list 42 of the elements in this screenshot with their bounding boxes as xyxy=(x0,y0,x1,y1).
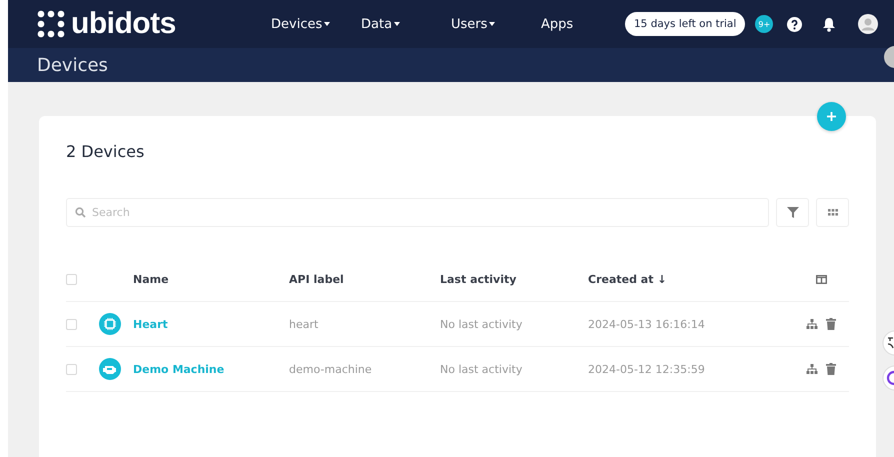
scroll-handle-icon[interactable] xyxy=(884,46,894,68)
checkbox[interactable] xyxy=(66,274,77,284)
table-cell: 2024-05-13 16:16:14 xyxy=(588,318,705,330)
chip-icon xyxy=(99,313,121,335)
table-cell: No last activity xyxy=(440,318,522,330)
avatar-icon[interactable] xyxy=(858,14,878,34)
trash-icon[interactable] xyxy=(826,318,836,330)
table-cell: heart xyxy=(289,318,318,330)
trial-button[interactable]: 15 days left on trial xyxy=(625,12,746,36)
logo-text: ubidots xyxy=(71,7,176,41)
table-cell: No last activity xyxy=(440,362,522,376)
checkbox[interactable] xyxy=(66,318,77,330)
nav-menu-item[interactable]: Devices xyxy=(271,16,361,32)
nav-menu-item[interactable]: Users xyxy=(451,16,541,32)
card-heading: 2 Devices xyxy=(66,142,146,161)
add-button[interactable] xyxy=(817,102,846,131)
filter-icon xyxy=(786,207,798,218)
search-icon xyxy=(75,207,86,218)
column-header[interactable]: Name xyxy=(133,272,169,286)
plus-icon xyxy=(826,111,837,122)
logo-icon xyxy=(37,10,65,38)
hierarchy-icon[interactable] xyxy=(806,364,818,374)
table-cell: 2024-05-12 12:35:59 xyxy=(588,362,705,376)
grid-icon xyxy=(828,209,838,216)
help-icon[interactable] xyxy=(787,16,802,32)
grid-view-button[interactable] xyxy=(816,198,849,227)
nav-menu-item[interactable]: Apps xyxy=(541,16,601,32)
column-header[interactable]: API label xyxy=(289,272,344,286)
table-cell: demo-machine xyxy=(289,362,372,376)
filter-button[interactable] xyxy=(776,198,809,227)
bell-icon[interactable] xyxy=(822,16,836,32)
search-field[interactable]: Search xyxy=(66,198,769,227)
checkbox[interactable] xyxy=(66,364,77,374)
nav-menu-item[interactable]: Data xyxy=(361,16,451,32)
column-header[interactable]: Created at ↓ xyxy=(588,272,667,286)
engine-icon xyxy=(99,358,121,380)
column-header[interactable]: Last activity xyxy=(440,272,516,286)
assistant-icon[interactable] xyxy=(882,365,894,391)
trash-icon[interactable] xyxy=(826,363,836,375)
columns-icon[interactable] xyxy=(816,274,826,284)
hierarchy-icon[interactable] xyxy=(806,318,818,330)
page-title: Devices xyxy=(37,54,108,76)
